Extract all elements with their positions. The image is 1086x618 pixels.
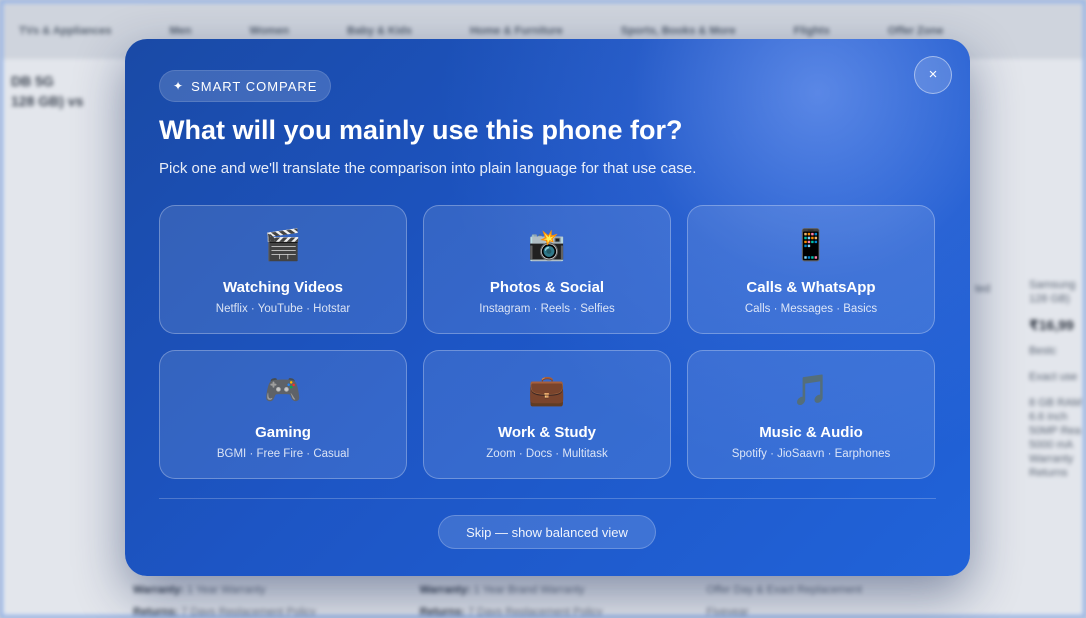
option-subtitle: Calls · Messages · Basics — [744, 303, 878, 315]
close-icon: × — [928, 66, 938, 83]
table-row: Returns: 7 Days Replacement Policy Retur… — [133, 606, 749, 618]
table-row: Warranty: 1 Year Warranty Warranty: 1 Ye… — [133, 584, 863, 596]
option-title: Photos & Social — [489, 279, 605, 296]
modal-subtitle: Pick one and we'll translate the compari… — [159, 160, 697, 177]
skip-button[interactable]: Skip — show balanced view — [438, 515, 656, 549]
nav-item: Women — [249, 25, 290, 37]
smart-compare-modal: × ✦ SMART COMPARE What will you mainly u… — [125, 39, 970, 576]
clapper-board-icon: 🎬 — [264, 228, 302, 263]
nav-item: Men — [169, 25, 192, 37]
close-button[interactable]: × — [914, 56, 952, 94]
nav-item: Sports, Books & More — [620, 25, 736, 37]
background-text: ted — [975, 283, 991, 295]
divider — [159, 498, 936, 499]
option-title: Calls & WhatsApp — [746, 279, 876, 296]
camera-flash-icon: 📸 — [528, 228, 566, 263]
smart-compare-badge: ✦ SMART COMPARE — [159, 70, 332, 102]
briefcase-icon: 💼 — [528, 373, 566, 408]
modal-title: What will you mainly use this phone for? — [159, 115, 683, 145]
nav-item: Baby & Kids — [347, 25, 412, 37]
nav-item: Flights — [793, 25, 830, 37]
nav-item: TVs & Appliances — [19, 25, 112, 37]
music-note-icon: 🎵 — [792, 373, 830, 408]
option-title: Gaming — [255, 424, 311, 441]
option-title: Work & Study — [497, 424, 597, 441]
option-title: Watching Videos — [222, 279, 343, 296]
badge-label: SMART COMPARE — [191, 78, 318, 94]
option-title: Music & Audio — [759, 424, 863, 441]
sparkle-icon: ✦ — [173, 79, 185, 93]
option-gaming[interactable]: 🎮 Gaming BGMI · Free Fire · Casual — [159, 350, 407, 479]
option-work-study[interactable]: 💼 Work & Study Zoom · Docs · Multitask — [423, 350, 671, 479]
option-subtitle: Spotify · JioSaavn · Earphones — [731, 448, 891, 460]
product-column-right: Samsung 128 GB) ₹16,99 Bestc Exact use 8… — [1029, 279, 1082, 479]
game-controller-icon: 🎮 — [264, 373, 302, 408]
option-music-audio[interactable]: 🎵 Music & Audio Spotify · JioSaavn · Ear… — [687, 350, 935, 479]
option-subtitle: Netflix · YouTube · Hotstar — [215, 303, 351, 315]
product-name-left: DB 5G 128 GB) vs — [11, 73, 84, 109]
nav-item: Offer Zone — [887, 25, 944, 37]
option-subtitle: Zoom · Docs · Multitask — [486, 448, 608, 460]
option-subtitle: Instagram · Reels · Selfies — [479, 303, 615, 315]
option-calls-whatsapp[interactable]: 📱 Calls & WhatsApp Calls · Messages · Ba… — [687, 205, 935, 334]
mobile-phone-icon: 📱 — [792, 228, 830, 263]
option-subtitle: BGMI · Free Fire · Casual — [216, 448, 350, 460]
nav-item: Home & Furniture — [469, 25, 563, 37]
use-case-options: 🎬 Watching Videos Netflix · YouTube · Ho… — [159, 205, 935, 479]
spec-rows: Warranty: 1 Year Warranty Warranty: 1 Ye… — [133, 579, 993, 618]
option-photos-social[interactable]: 📸 Photos & Social Instagram · Reels · Se… — [423, 205, 671, 334]
option-watching-videos[interactable]: 🎬 Watching Videos Netflix · YouTube · Ho… — [159, 205, 407, 334]
